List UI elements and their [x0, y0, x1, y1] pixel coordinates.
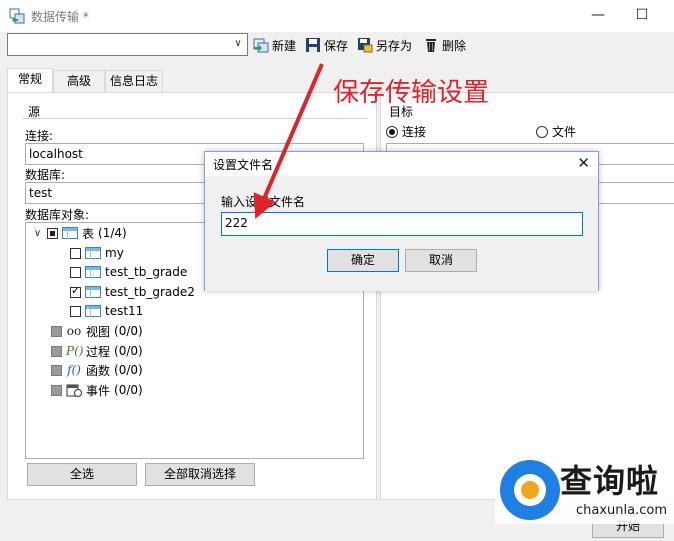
watermark-domain: chaxunla.com	[576, 503, 667, 518]
watermark-brand: 查询啦	[560, 462, 660, 500]
watermark-logo-dot	[521, 481, 539, 499]
